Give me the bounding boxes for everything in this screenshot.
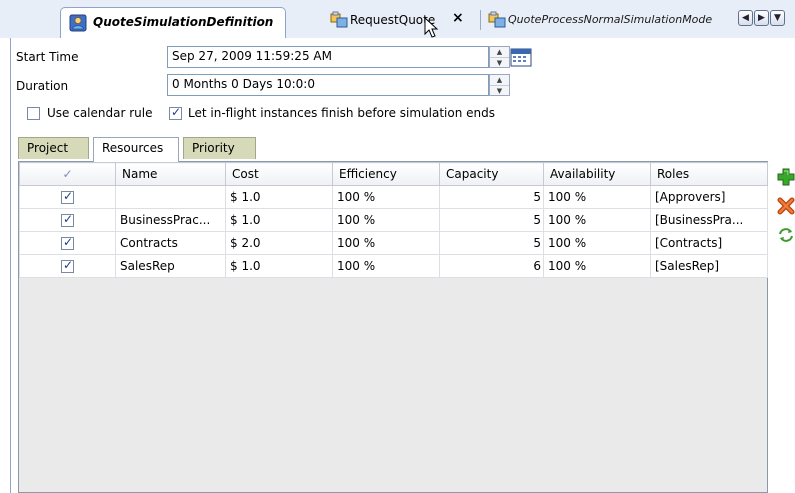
simulation-definition-icon [69, 14, 87, 35]
spin-down-icon[interactable]: ▼ [490, 57, 509, 67]
tab-list-button[interactable]: ▼ [770, 10, 785, 26]
column-header-capacity[interactable]: Capacity [439, 162, 544, 186]
close-icon[interactable]: × [452, 10, 464, 26]
cost-cell[interactable]: $ 1.0 [225, 254, 333, 278]
table-row[interactable]: BusinessPrac... $ 1.0 100 % 5 100 % [Bus… [19, 208, 768, 232]
row-enabled-checkbox[interactable] [61, 189, 74, 204]
duration-field[interactable]: 0 Months 0 Days 10:0:0 [167, 74, 489, 96]
name-cell[interactable] [115, 185, 226, 209]
row-enabled-cell[interactable] [19, 254, 116, 278]
capacity-cell[interactable]: 5 [439, 208, 544, 232]
editor-tab-strip: QuoteSimulationDefinition RequestQuote ×… [0, 0, 795, 38]
name-cell[interactable]: BusinessPrac... [115, 208, 226, 232]
efficiency-cell[interactable]: 100 % [332, 231, 440, 255]
efficiency-cell[interactable]: 100 % [332, 254, 440, 278]
tab-label: QuoteSimulationDefinition [93, 15, 274, 29]
tab-scroll-right-button[interactable]: ▶ [754, 10, 769, 26]
cost-cell[interactable]: $ 1.0 [225, 185, 333, 209]
duration-spinner[interactable]: ▲ ▼ [489, 74, 510, 96]
spin-down-icon[interactable]: ▼ [490, 85, 509, 95]
column-header-name[interactable]: Name [115, 162, 226, 186]
capacity-cell[interactable]: 5 [439, 231, 544, 255]
spin-up-icon[interactable]: ▲ [490, 47, 509, 57]
row-enabled-checkbox[interactable] [61, 235, 74, 250]
availability-cell[interactable]: 100 % [543, 231, 651, 255]
subtab-resources[interactable]: Resources [93, 137, 179, 162]
tab-quote-process-normal-simulation-mode[interactable]: QuoteProcessNormalSimulationMode [484, 7, 736, 33]
subtab-project[interactable]: Project [18, 137, 89, 159]
name-cell[interactable]: Contracts [115, 231, 226, 255]
subtab-priority[interactable]: Priority [183, 137, 256, 159]
tab-label: RequestQuote [350, 13, 436, 27]
availability-cell[interactable]: 100 % [543, 185, 651, 209]
spin-up-icon[interactable]: ▲ [490, 75, 509, 85]
tab-request-quote[interactable]: RequestQuote × [318, 7, 480, 33]
roles-cell[interactable]: [SalesRep] [650, 254, 768, 278]
table-row[interactable]: SalesRep $ 1.0 100 % 6 100 % [SalesRep] [19, 254, 768, 278]
column-header-efficiency[interactable]: Efficiency [332, 162, 440, 186]
column-header-availability[interactable]: Availability [543, 162, 651, 186]
resources-table: ✓ Name Cost Efficiency Capacity Availabi… [19, 162, 768, 278]
inflight-instances-checkbox[interactable] [169, 105, 182, 120]
efficiency-cell[interactable]: 100 % [332, 208, 440, 232]
table-row[interactable]: $ 1.0 100 % 5 100 % [Approvers] [19, 185, 768, 209]
start-time-spinner[interactable]: ▲ ▼ [489, 46, 510, 68]
tab-label: QuoteProcessNormalSimulationMode [508, 13, 713, 26]
column-header-roles[interactable]: Roles [650, 162, 768, 186]
tab-quote-simulation-definition[interactable]: QuoteSimulationDefinition [60, 7, 286, 38]
availability-cell[interactable]: 100 % [543, 254, 651, 278]
name-cell[interactable]: SalesRep [115, 254, 226, 278]
start-time-label: Start Time [16, 50, 79, 64]
table-header-row: ✓ Name Cost Efficiency Capacity Availabi… [19, 162, 768, 186]
cost-cell[interactable]: $ 2.0 [225, 231, 333, 255]
row-enabled-cell[interactable] [19, 185, 116, 209]
capacity-cell[interactable]: 5 [439, 185, 544, 209]
row-enabled-cell[interactable] [19, 231, 116, 255]
row-enabled-checkbox[interactable] [61, 258, 74, 273]
table-row[interactable]: Contracts $ 2.0 100 % 5 100 % [Contracts… [19, 231, 768, 255]
calendar-icon[interactable] [510, 47, 534, 67]
start-time-field[interactable]: Sep 27, 2009 11:59:25 AM [167, 46, 489, 68]
duration-label: Duration [16, 79, 69, 93]
tab-separator [480, 10, 481, 30]
roles-cell[interactable]: [BusinessPra... [650, 208, 768, 232]
inflight-instances-label: Let in-flight instances finish before si… [188, 106, 496, 120]
cost-cell[interactable]: $ 1.0 [225, 208, 333, 232]
remove-icon[interactable] [777, 197, 795, 215]
column-header-cost[interactable]: Cost [225, 162, 333, 186]
roles-cell[interactable]: [Contracts] [650, 231, 768, 255]
process-icon [330, 11, 348, 32]
roles-cell[interactable]: [Approvers] [650, 185, 768, 209]
availability-cell[interactable]: 100 % [543, 208, 651, 232]
use-calendar-rule-label: Use calendar rule [47, 106, 153, 120]
efficiency-cell[interactable]: 100 % [332, 185, 440, 209]
use-calendar-rule-checkbox[interactable] [27, 107, 40, 120]
tab-scroll-left-button[interactable]: ◀ [738, 10, 753, 26]
resources-table-panel: ✓ Name Cost Efficiency Capacity Availabi… [18, 161, 768, 493]
row-enabled-checkbox[interactable] [61, 212, 74, 227]
capacity-cell[interactable]: 6 [439, 254, 544, 278]
process-icon [488, 11, 506, 32]
row-enabled-cell[interactable] [19, 208, 116, 232]
add-icon[interactable] [777, 168, 795, 186]
refresh-icon[interactable] [777, 226, 795, 244]
column-header-enabled[interactable]: ✓ [19, 162, 116, 186]
